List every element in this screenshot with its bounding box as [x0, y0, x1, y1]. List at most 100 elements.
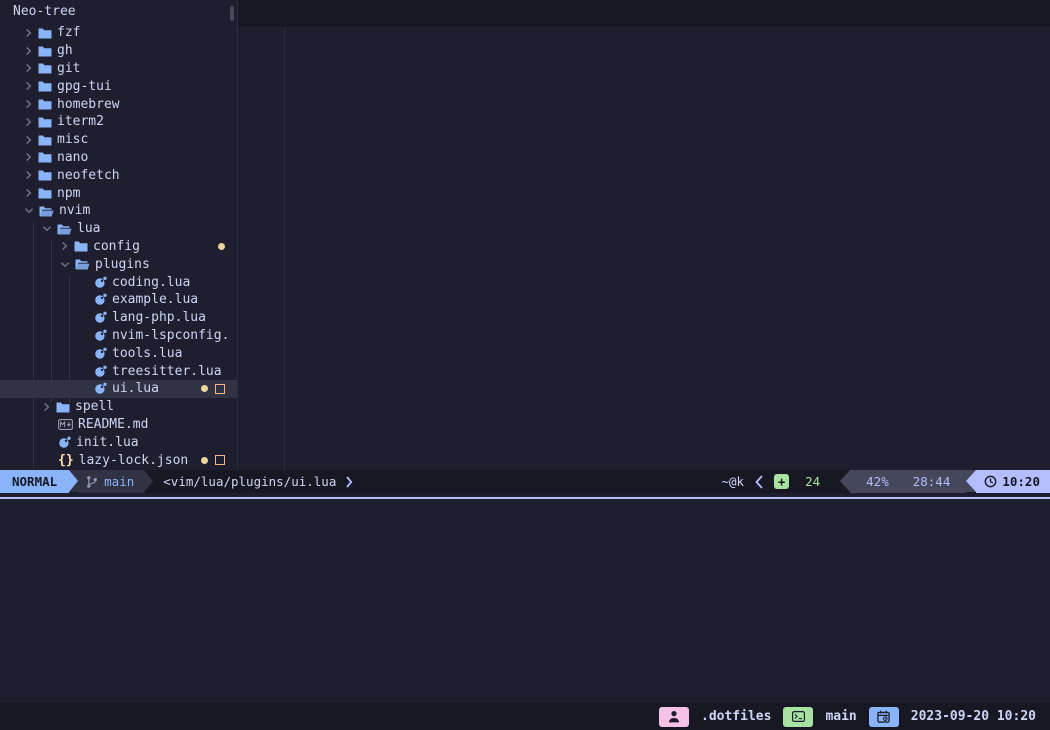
- lua-file-icon: [58, 436, 71, 449]
- lua-file-icon: [94, 293, 107, 306]
- chevron-right-icon: [60, 241, 69, 251]
- tree-item-tools-lua[interactable]: tools.lua: [0, 344, 237, 362]
- tree-indent-guide: [69, 276, 70, 402]
- json-icon: {}: [58, 453, 74, 468]
- cursor-position: 28:44: [913, 474, 951, 489]
- modified-dot-icon: [201, 385, 208, 392]
- folder-open-icon: [75, 258, 90, 270]
- tree-item-ui-lua[interactable]: ui.lua: [0, 380, 237, 398]
- tree-item-spell[interactable]: spell: [0, 398, 237, 416]
- session-chip: [659, 707, 689, 727]
- tree-item-plugins[interactable]: plugins: [0, 255, 237, 273]
- tree-item-example-lua[interactable]: example.lua: [0, 291, 237, 309]
- chevron-right-icon: [24, 46, 33, 56]
- chevron-right-icon: [344, 476, 354, 488]
- tree-item-misc[interactable]: misc: [0, 131, 237, 149]
- tree-item-label: fzf: [57, 25, 80, 40]
- lua-file-icon: [94, 347, 107, 360]
- tree-item-gpg-tui[interactable]: gpg-tui: [0, 77, 237, 95]
- tree-item-label: misc: [57, 132, 88, 147]
- tree-item-label: coding.lua: [112, 275, 190, 290]
- chevron-down-icon: [60, 260, 70, 269]
- tree-item-label: neofetch: [57, 168, 120, 183]
- powerline-separator: [840, 470, 850, 492]
- branch-chip: [783, 707, 813, 727]
- tree-item-lang-php-lua[interactable]: lang-php.lua: [0, 309, 237, 327]
- lua-file-icon: [94, 382, 107, 395]
- tree-item-nano[interactable]: nano: [0, 149, 237, 167]
- folder-icon: [74, 240, 88, 252]
- terminal-app: Neo-tree fzfghgitgpg-tuihomebrewiterm2mi…: [0, 0, 1050, 730]
- tree-item-label: config: [93, 239, 140, 254]
- tree-item-label: tools.lua: [112, 346, 182, 361]
- tree-item-homebrew[interactable]: homebrew: [0, 95, 237, 113]
- lua-file-icon: [94, 311, 107, 324]
- statusline-right: ~@k + 24: [722, 470, 841, 493]
- clock-segment: 10:20: [976, 470, 1050, 493]
- tree-item-label: gh: [57, 43, 73, 58]
- tree-item-coding-lua[interactable]: coding.lua: [0, 273, 237, 291]
- tree-item-nvim-lspconfig-[interactable]: nvim-lspconfig.: [0, 327, 237, 345]
- neotree-scrollbar[interactable]: [230, 6, 234, 21]
- datetime-chip: [869, 707, 899, 727]
- tree-item-nvim[interactable]: nvim: [0, 202, 237, 220]
- tree-item-readme-md[interactable]: README.md: [0, 416, 237, 434]
- folder-open-icon: [57, 223, 72, 235]
- shell-pane[interactable]: [0, 500, 1050, 727]
- tree-item-label: ui.lua: [112, 381, 159, 396]
- folder-icon: [38, 116, 52, 128]
- tree-item-neofetch[interactable]: neofetch: [0, 166, 237, 184]
- tree-item-label: plugins: [95, 257, 150, 272]
- tree-item-gh[interactable]: gh: [0, 42, 237, 60]
- tmux-status-bar: .dotfiles main 2023-09-20 10:20: [0, 703, 1050, 730]
- modified-dot-icon: [218, 243, 225, 250]
- tree-item-iterm2[interactable]: iterm2: [0, 113, 237, 131]
- chevron-right-icon: [42, 402, 51, 412]
- tmux-pane-border[interactable]: [0, 497, 1050, 499]
- tree-item-label: lazy-lock.json: [79, 453, 189, 468]
- terminal-icon: [792, 711, 805, 722]
- folder-open-icon: [39, 205, 54, 217]
- tree-item-label: treesitter.lua: [112, 364, 222, 379]
- tree-item-npm[interactable]: npm: [0, 184, 237, 202]
- tree-item-git[interactable]: git: [0, 60, 237, 78]
- folder-icon: [38, 62, 52, 74]
- clock-icon: [984, 475, 997, 488]
- powerline-separator: [966, 470, 976, 492]
- folder-icon: [38, 187, 52, 199]
- folder-icon: [38, 27, 52, 39]
- tree-item-label: lua: [77, 221, 100, 236]
- tree-item-lazy-lock-json[interactable]: {} lazy-lock.json: [0, 451, 237, 469]
- tree-indent-guide: [33, 222, 34, 468]
- tree-item-fzf[interactable]: fzf: [0, 24, 237, 42]
- tree-item-badges: [201, 384, 237, 394]
- tmux-session-name: .dotfiles: [695, 709, 777, 724]
- powerline-separator: [69, 470, 78, 492]
- tree-item-treesitter-lua[interactable]: treesitter.lua: [0, 362, 237, 380]
- tree-item-init-lua[interactable]: init.lua: [0, 433, 237, 451]
- chevron-down-icon: [24, 206, 34, 215]
- tree-item-label: README.md: [78, 417, 148, 432]
- tmux-branch-name: main: [819, 709, 862, 724]
- chevron-right-icon: [24, 170, 33, 180]
- git-branch[interactable]: main: [78, 470, 144, 493]
- diff-added-count: 24: [805, 474, 820, 489]
- scroll-position: 42% 28:44: [850, 470, 966, 493]
- tree-item-badges: [201, 455, 237, 465]
- macro-register: ~@k: [722, 474, 745, 489]
- tree-item-label: homebrew: [57, 97, 120, 112]
- statusline: NORMAL main <vim/lua/plugins/ui.lua ~@k …: [0, 470, 1050, 493]
- tmux-datetime: 2023-09-20 10:20: [905, 709, 1042, 724]
- tree-item-label: nvim: [59, 203, 90, 218]
- folder-icon: [38, 134, 52, 146]
- tree-item-config[interactable]: config: [0, 238, 237, 256]
- user-icon: [668, 710, 680, 723]
- lua-file-icon: [94, 276, 107, 289]
- mode-indicator: NORMAL: [0, 470, 69, 493]
- gutter-separator: [284, 27, 285, 470]
- tree-item-lua[interactable]: lua: [0, 220, 237, 238]
- git-branch-icon: [86, 475, 98, 489]
- chevron-right-icon: [24, 135, 33, 145]
- tree-indent-guide: [51, 240, 52, 402]
- editor[interactable]: [238, 27, 1050, 470]
